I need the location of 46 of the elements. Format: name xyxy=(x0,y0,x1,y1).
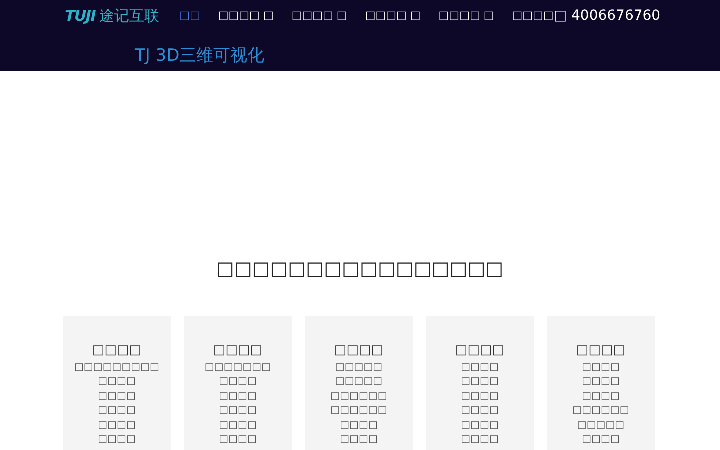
card-title: □□□□ xyxy=(576,342,626,358)
card-link[interactable]: □□□□ xyxy=(98,418,136,433)
card-link[interactable]: □□□□ xyxy=(461,360,499,375)
card-link[interactable]: □□□□ xyxy=(98,390,136,404)
card-link[interactable]: □□□□ xyxy=(340,418,378,433)
card-link[interactable]: □□□□ xyxy=(98,375,136,390)
card-link[interactable]: □□□□ xyxy=(582,360,620,375)
phone-number: □ 4006676760 xyxy=(554,6,661,26)
card-link[interactable]: □□□□□□□□□ xyxy=(74,360,160,375)
card-link[interactable]: □□□□ xyxy=(340,433,378,448)
card-link[interactable]: □□□□ xyxy=(219,418,257,433)
logo-text[interactable]: 途记互联 xyxy=(100,4,160,28)
nav-link[interactable]: □□□□ xyxy=(512,8,554,24)
card-link[interactable]: □□□□ xyxy=(219,404,257,418)
card-link[interactable]: □□□□□ xyxy=(577,418,625,433)
card-link[interactable]: □□□□ xyxy=(461,433,499,448)
card-link[interactable]: □□□□ xyxy=(219,375,257,390)
card-link[interactable]: □□□□ xyxy=(461,390,499,404)
nav-link[interactable]: □□ xyxy=(180,8,200,24)
card-link[interactable]: □□□□□□ xyxy=(330,390,388,404)
card-link[interactable]: □□□□□□ xyxy=(330,404,388,418)
section-heading: □□□□□□□□□□□□□□□□ xyxy=(216,257,504,282)
card-title: □□□□ xyxy=(213,342,263,358)
card-link[interactable]: □□□□□ xyxy=(335,375,383,390)
card-link[interactable]: □□□□ xyxy=(98,404,136,418)
card-link[interactable]: □□□□ xyxy=(461,418,499,433)
card-link[interactable]: □□□□ xyxy=(582,375,620,390)
nav-link[interactable]: □□□□ □ xyxy=(438,8,494,24)
card-title: □□□□ xyxy=(334,342,384,358)
card-link[interactable]: □□□□□□ xyxy=(572,404,630,418)
nav-link[interactable]: □□□□ □ xyxy=(218,8,274,24)
card-link[interactable]: □□□□ xyxy=(219,390,257,404)
card-link[interactable]: □□□□□ xyxy=(335,360,383,375)
hero-title: TJ 3D三维可视化 xyxy=(135,45,265,68)
card-link[interactable]: □□□□ xyxy=(461,375,499,390)
card-link[interactable]: □□□□ xyxy=(219,433,257,448)
card-title: □□□□ xyxy=(92,342,142,358)
card-link[interactable]: □□□□□□□ xyxy=(204,360,272,375)
card-link[interactable]: □□□□ xyxy=(461,404,499,418)
nav-link[interactable]: □□□□ □ xyxy=(292,8,348,24)
card-link[interactable]: □□□□ xyxy=(582,390,620,404)
card-title: □□□□ xyxy=(455,342,505,358)
nav-link[interactable]: □□□□ □ xyxy=(365,8,421,24)
card-link[interactable]: □□□□ xyxy=(98,433,136,448)
logo-mark[interactable]: TUJI xyxy=(65,4,96,28)
card-link[interactable]: □□□□ xyxy=(582,433,620,448)
